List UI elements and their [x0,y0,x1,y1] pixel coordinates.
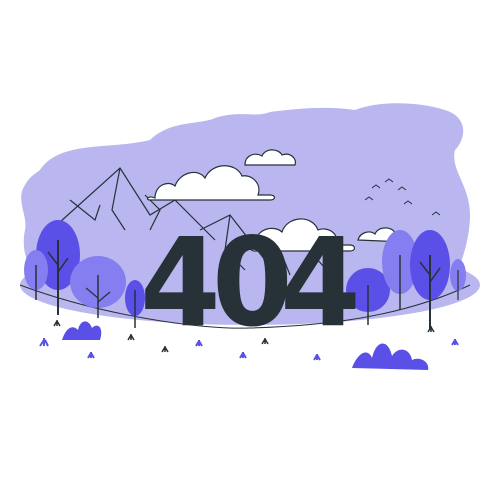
bush-icon [62,321,429,370]
illustration [19,103,480,370]
tree-icon [125,280,145,328]
tree-icon [410,230,450,330]
